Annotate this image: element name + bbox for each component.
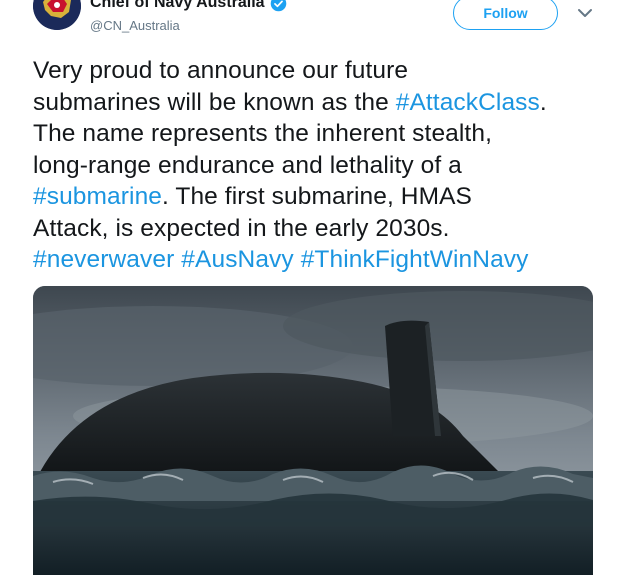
tweet-text-segment: . [539, 88, 547, 116]
tweet-text-segment: long-range endurance and lethality of a [33, 151, 462, 179]
tweet-text-segment [294, 246, 301, 273]
tweet-text-line: submarines will be known as the #AttackC… [33, 87, 603, 119]
tweet-text-segment: The name represents the inherent stealth… [33, 120, 492, 147]
follow-button[interactable]: Follow [453, 0, 558, 30]
chevron-down-icon[interactable] [574, 5, 596, 21]
tweet-text-line: #submarine. The first submarine, HMAS [33, 181, 603, 213]
tweet-text-segment: submarines will be known as the [33, 88, 396, 116]
tweet-text-line: long-range endurance and lethality of a [33, 150, 603, 182]
tweet-text-line: Very proud to announce our future [33, 55, 603, 87]
tweet-text-line: Attack, is expected in the early 2030s. [33, 213, 603, 245]
hashtag-link[interactable]: #ThinkFightWinNavy [301, 246, 529, 273]
tweet-media-image[interactable] [33, 286, 593, 575]
navy-crest-icon[interactable] [33, 0, 81, 30]
tweet-card: Chief of Navy Australia @CN_Australia Fo… [0, 0, 625, 575]
tweet-text-line: #neverwaver #AusNavy #ThinkFightWinNavy [33, 244, 603, 276]
tweet-text-segment: Very proud to announce our future [33, 57, 409, 84]
tweet-header: Chief of Navy Australia @CN_Australia Fo… [0, 0, 625, 44]
display-name-text[interactable]: Chief of Navy Australia [90, 0, 265, 12]
verified-badge-icon [270, 0, 286, 11]
tweet-text-line: The name represents the inherent stealth… [33, 118, 603, 150]
hashtag-link[interactable]: #AttackClass [396, 89, 540, 116]
tweet-text-segment: Attack, is expected in the early 2030s. [33, 214, 450, 242]
submarine-image [33, 286, 593, 575]
display-name[interactable]: Chief of Navy Australia [90, 0, 287, 12]
tweet-text-segment: . The first submarine, HMAS [162, 183, 472, 210]
tweet-text: Very proud to announce our future submari… [33, 55, 603, 276]
hashtag-link[interactable]: #AusNavy [181, 246, 293, 273]
screen-name[interactable]: @CN_Australia [90, 18, 180, 33]
hashtag-link[interactable]: #submarine [33, 183, 162, 210]
hashtag-link[interactable]: #neverwaver [33, 246, 174, 273]
